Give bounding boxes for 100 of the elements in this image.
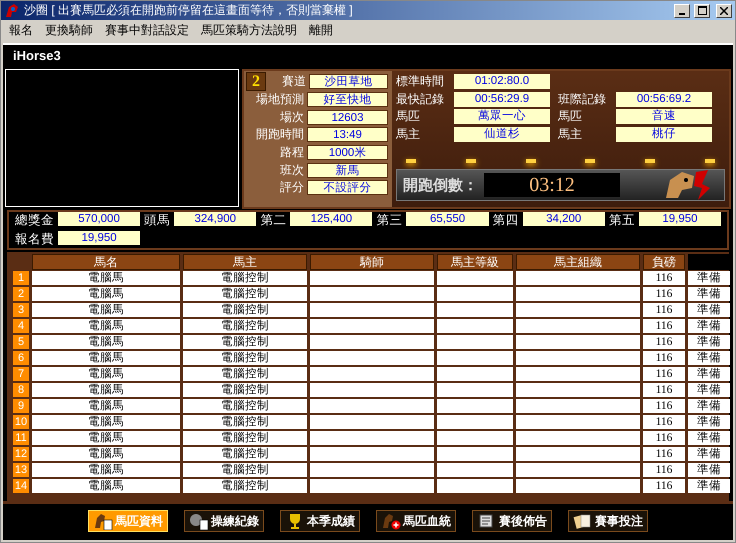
row-number: 3 xyxy=(13,303,29,317)
toolbar-button[interactable]: 賽事投注 xyxy=(568,510,648,532)
field-label: 班次 xyxy=(279,162,304,179)
table-cell: 116 xyxy=(643,479,685,493)
table-cell: 電腦馬 xyxy=(32,367,180,381)
app-title: iHorse3 xyxy=(12,47,62,63)
record-label: 標準時間 xyxy=(396,73,445,90)
prize-value: 570,000 xyxy=(58,212,140,226)
record-label: 馬主 xyxy=(558,126,583,143)
toolbar-button[interactable]: 操練紀錄 xyxy=(184,510,264,532)
toolbar-button[interactable]: 賽後佈告 xyxy=(472,510,552,532)
table-cell: 電腦馬 xyxy=(32,287,180,301)
table-cell: 電腦控制 xyxy=(183,367,307,381)
table-cell: 準備 xyxy=(688,367,730,381)
menu-item[interactable]: 更換騎師 xyxy=(39,22,99,39)
table-cell: 電腦馬 xyxy=(32,335,180,349)
table-cell: 116 xyxy=(643,271,685,285)
table-cell: 電腦控制 xyxy=(183,303,307,317)
field-label: 路程 xyxy=(279,144,304,162)
row-number: 1 xyxy=(13,271,29,285)
table-cell: 電腦控制 xyxy=(183,271,307,285)
table-cell: 電腦馬 xyxy=(32,447,180,461)
table-cell: 電腦控制 xyxy=(183,479,307,493)
field-label: 場次 xyxy=(279,108,304,126)
field-value: 好至快地 xyxy=(307,92,388,108)
lamp-icon xyxy=(585,159,596,163)
record-value: 00:56:69.2 xyxy=(616,92,712,107)
menu-item[interactable]: 離開 xyxy=(303,22,339,39)
record-value: 音速 xyxy=(616,109,712,124)
table-cell: 準備 xyxy=(688,399,730,413)
field-value: 新馬 xyxy=(307,162,388,178)
horse-document-icon xyxy=(93,512,113,530)
table-cell: 電腦控制 xyxy=(183,383,307,397)
field-label: 評分 xyxy=(279,179,304,196)
menu-item[interactable]: 馬匹策騎方法說明 xyxy=(195,22,303,39)
lamp-icon xyxy=(526,159,536,163)
row-number: 10 xyxy=(13,415,29,429)
table-cell: 電腦控制 xyxy=(183,319,307,333)
field-label: 場地預測 xyxy=(255,91,304,108)
field-value: 1000米 xyxy=(307,145,388,160)
table-cell: 電腦控制 xyxy=(183,463,307,477)
lamp-icon xyxy=(645,159,656,163)
field-value: 沙田草地 xyxy=(309,74,388,90)
menu-item[interactable]: 賽事中對話設定 xyxy=(99,22,195,39)
prize-label: 報名費 xyxy=(15,231,54,248)
table-cell: 電腦控制 xyxy=(183,415,307,429)
table-cell: 準備 xyxy=(688,447,730,461)
table-cell: 電腦馬 xyxy=(32,415,180,429)
row-number: 4 xyxy=(13,319,29,333)
table-cell: 電腦馬 xyxy=(32,271,180,285)
table-cell: 電腦馬 xyxy=(32,463,180,477)
table-cell: 電腦馬 xyxy=(32,479,180,493)
lamp-icon xyxy=(704,159,715,163)
prize-value: 19,950 xyxy=(58,231,140,245)
row-number: 14 xyxy=(13,479,29,493)
row-number: 13 xyxy=(13,463,29,477)
table-cell: 電腦控制 xyxy=(183,399,307,413)
table-cell: 116 xyxy=(643,383,685,397)
lamp-icon xyxy=(466,159,476,163)
field-label: 開跑時間 xyxy=(255,126,304,144)
cards-icon xyxy=(573,512,593,530)
prize-value: 65,550 xyxy=(406,212,489,226)
table-cell: 116 xyxy=(643,431,685,445)
table-cell: 電腦馬 xyxy=(32,303,180,317)
record-label: 馬匹 xyxy=(558,108,583,126)
menu-item[interactable]: 報名 xyxy=(3,22,39,39)
table-cell: 116 xyxy=(643,367,685,381)
table-cell: 116 xyxy=(643,335,685,349)
table-cell: 116 xyxy=(643,319,685,333)
table-cell: 準備 xyxy=(688,271,730,285)
table-cell: 準備 xyxy=(688,463,730,477)
table-cell: 準備 xyxy=(688,415,730,429)
row-number: 6 xyxy=(13,351,29,365)
row-number: 12 xyxy=(13,447,29,461)
table-cell: 準備 xyxy=(688,287,730,301)
field-value: 13:49 xyxy=(307,127,388,142)
row-number: 8 xyxy=(13,383,29,397)
record-value: 00:56:29.9 xyxy=(454,92,550,107)
toolbar-button[interactable]: 本季成績 xyxy=(280,510,360,532)
horse-plus-icon xyxy=(381,512,401,530)
toolbar-button[interactable]: 馬匹血統 xyxy=(376,510,456,532)
countdown-label: 開跑倒數： xyxy=(403,176,478,194)
column-header: 馬主等級 xyxy=(437,254,513,270)
race-number: 2 xyxy=(246,72,266,92)
table-cell: 電腦控制 xyxy=(183,431,307,445)
table-cell: 116 xyxy=(643,447,685,461)
prize-label: 第三 xyxy=(376,212,402,229)
record-value: 萬眾一心 xyxy=(454,109,550,124)
empty-header xyxy=(688,254,730,270)
minimize-button[interactable] xyxy=(674,4,690,18)
table-cell: 準備 xyxy=(688,303,730,317)
field-value: 不設評分 xyxy=(307,180,388,196)
maximize-button[interactable] xyxy=(694,4,710,18)
table-cell: 116 xyxy=(643,463,685,477)
prize-label: 頭馬 xyxy=(144,212,170,229)
table-cell: 116 xyxy=(643,415,685,429)
table-cell: 電腦馬 xyxy=(32,351,180,365)
close-button[interactable] xyxy=(716,4,732,18)
column-header: 負磅 xyxy=(643,254,685,270)
column-header: 馬主組織 xyxy=(516,254,640,270)
